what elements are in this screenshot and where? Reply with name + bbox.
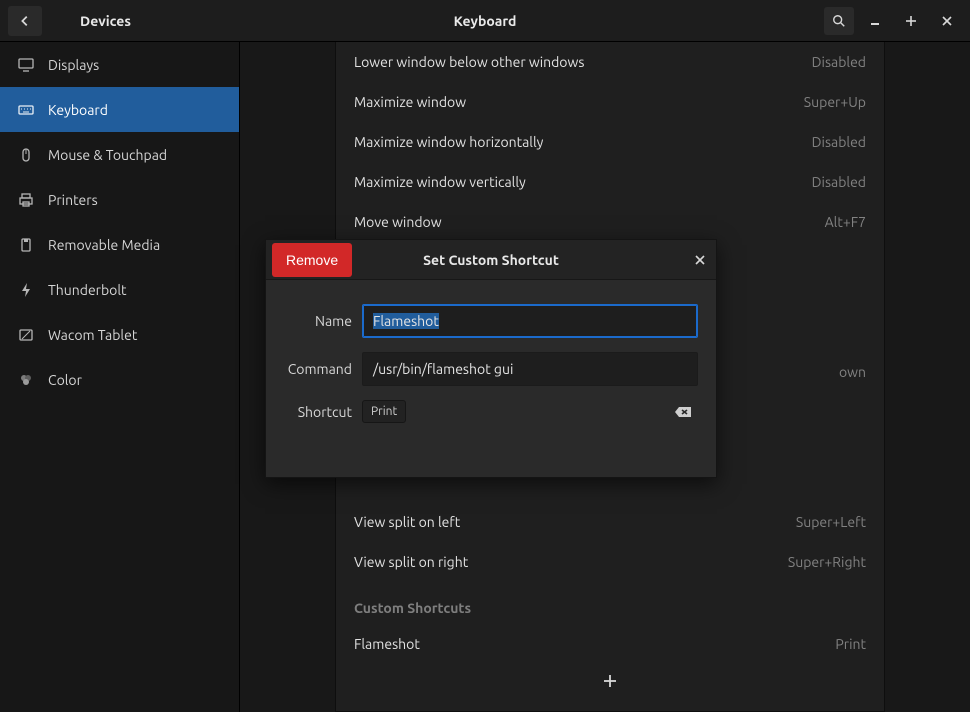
removable-media-icon — [18, 237, 34, 253]
shortcut-key: Print — [835, 636, 866, 652]
shortcut-key: Disabled — [812, 134, 866, 150]
sidebar-item-mouse[interactable]: Mouse & Touchpad — [0, 132, 239, 177]
shortcut-name: Move window — [354, 214, 442, 230]
shortcut-key: Disabled — [812, 174, 866, 190]
shortcut-name: View split on left — [354, 514, 460, 530]
shortcut-row[interactable]: View split on left Super+Left — [336, 502, 884, 542]
wacom-icon — [18, 327, 34, 343]
shortcut-key: Disabled — [812, 54, 866, 70]
sidebar-item-label: Keyboard — [48, 102, 108, 118]
name-input[interactable]: Flameshot — [362, 304, 698, 338]
remove-button[interactable]: Remove — [272, 243, 352, 277]
dialog-title: Set Custom Shortcut — [423, 252, 559, 268]
section-header-custom: Custom Shortcuts — [336, 582, 884, 624]
set-custom-shortcut-dialog: Remove Set Custom Shortcut Name Flamesho… — [265, 239, 717, 478]
thunderbolt-icon — [18, 282, 34, 298]
sidebar-item-label: Wacom Tablet — [48, 327, 137, 343]
shortcut-name: Flameshot — [354, 636, 420, 652]
sidebar-item-keyboard[interactable]: Keyboard — [0, 87, 239, 132]
shortcut-name: Maximize window vertically — [354, 174, 526, 190]
back-button[interactable] — [8, 6, 42, 36]
sidebar-item-thunderbolt[interactable]: Thunderbolt — [0, 267, 239, 312]
maximize-button[interactable] — [896, 7, 926, 35]
clear-shortcut-button[interactable] — [674, 405, 692, 419]
sidebar-item-label: Removable Media — [48, 237, 160, 253]
sidebar-item-label: Displays — [48, 57, 99, 73]
shortcut-name: Lower window below other windows — [354, 54, 584, 70]
search-icon — [832, 14, 846, 28]
shortcut-key: Super+Up — [804, 94, 866, 110]
sidebar-item-label: Mouse & Touchpad — [48, 147, 167, 163]
plus-icon — [603, 674, 617, 688]
command-input[interactable]: /usr/bin/flameshot gui — [362, 352, 698, 386]
shortcut-name: View split on right — [354, 554, 468, 570]
shortcut-value[interactable]: Print — [362, 400, 406, 423]
name-label: Name — [276, 313, 352, 329]
shortcut-row-custom[interactable]: Flameshot Print — [336, 624, 884, 664]
dialog-header: Remove Set Custom Shortcut — [266, 240, 716, 280]
search-button[interactable] — [824, 7, 854, 35]
minimize-button[interactable] — [860, 7, 890, 35]
sidebar-item-label: Printers — [48, 192, 98, 208]
sidebar-item-displays[interactable]: Displays — [0, 42, 239, 87]
shortcut-name: Maximize window horizontally — [354, 134, 543, 150]
sidebar-item-label: Thunderbolt — [48, 282, 127, 298]
shortcut-key: own — [839, 364, 866, 380]
shortcut-row[interactable]: Lower window below other windows Disable… — [336, 42, 884, 82]
sidebar-item-wacom[interactable]: Wacom Tablet — [0, 312, 239, 357]
plus-icon — [905, 15, 917, 27]
displays-icon — [18, 57, 34, 73]
shortcut-row[interactable]: Maximize window horizontally Disabled — [336, 122, 884, 162]
sidebar-item-label: Color — [48, 372, 82, 388]
close-button[interactable] — [932, 7, 962, 35]
backspace-icon — [674, 405, 692, 419]
page-title: Keyboard — [454, 13, 517, 29]
color-icon — [18, 372, 34, 388]
shortcut-row[interactable]: Move window Alt+F7 — [336, 202, 884, 242]
shortcut-key: Super+Left — [796, 514, 866, 530]
printers-icon — [18, 192, 34, 208]
close-icon — [694, 254, 706, 266]
sidebar-item-printers[interactable]: Printers — [0, 177, 239, 222]
add-shortcut-button[interactable] — [336, 664, 884, 698]
shortcut-row[interactable]: Maximize window vertically Disabled — [336, 162, 884, 202]
keyboard-icon — [18, 102, 34, 118]
sidebar: Displays Keyboard Mouse & Touchpad Print… — [0, 42, 240, 712]
command-label: Command — [276, 361, 352, 377]
shortcut-row[interactable]: View split on right Super+Right — [336, 542, 884, 582]
shortcut-row[interactable]: Maximize window Super+Up — [336, 82, 884, 122]
mouse-icon — [18, 147, 34, 163]
dialog-close-button[interactable] — [694, 254, 706, 266]
close-icon — [941, 15, 953, 27]
titlebar: Devices Keyboard — [0, 0, 970, 42]
shortcut-key: Super+Right — [788, 554, 866, 570]
shortcut-label: Shortcut — [276, 404, 352, 420]
sidebar-item-removable[interactable]: Removable Media — [0, 222, 239, 267]
shortcut-key: Alt+F7 — [825, 214, 866, 230]
arrow-left-icon — [18, 14, 32, 28]
panel-title: Devices — [80, 13, 131, 29]
minimize-icon — [869, 15, 881, 27]
sidebar-item-color[interactable]: Color — [0, 357, 239, 402]
shortcut-name: Maximize window — [354, 94, 466, 110]
